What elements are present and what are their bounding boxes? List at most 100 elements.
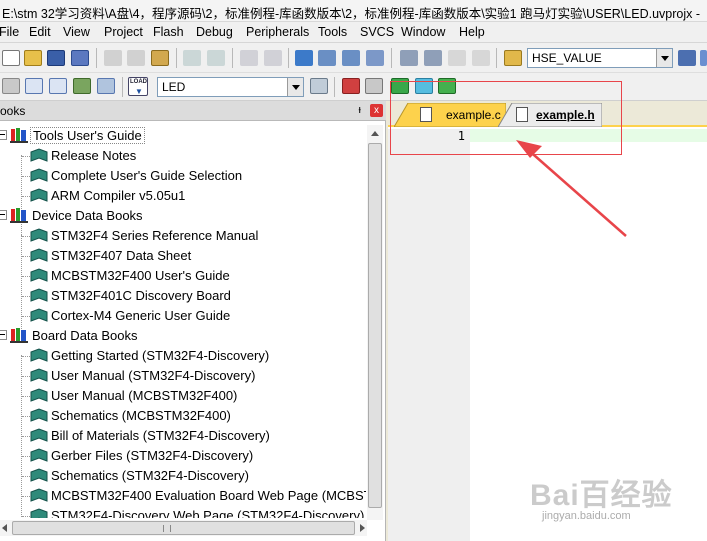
stop-build-icon[interactable] [97, 78, 115, 94]
scroll-right-icon[interactable] [360, 524, 365, 532]
rebuild-icon[interactable] [49, 78, 67, 94]
find-in-files-icon[interactable] [504, 50, 522, 66]
menu-help[interactable]: Help [459, 25, 485, 39]
books-horizontal-scrollbar[interactable] [0, 520, 367, 536]
watermark-url: jingyan.baidu.com [542, 510, 631, 522]
translate-icon[interactable] [2, 78, 20, 94]
menu-peripherals[interactable]: Peripherals [246, 25, 309, 39]
tree-item[interactable]: MCBSTM32F400 User's Guide [0, 266, 360, 286]
menu-window[interactable]: Window [401, 25, 445, 39]
undo-icon[interactable] [183, 50, 201, 66]
download-arrow-icon: ▼ [135, 87, 143, 96]
file-extensions-icon[interactable] [365, 78, 383, 94]
save-icon[interactable] [47, 50, 65, 66]
tree-item[interactable]: Complete User's Guide Selection [0, 166, 360, 186]
menu-debug[interactable]: Debug [196, 25, 233, 39]
tree-item[interactable]: MCBSTM32F400 Evaluation Board Web Page (… [0, 486, 366, 506]
manage-components-icon[interactable] [342, 78, 360, 94]
new-file-icon[interactable] [2, 50, 20, 66]
menu-svcs[interactable]: SVCS [360, 25, 394, 39]
books-vertical-scrollbar[interactable] [367, 125, 383, 520]
pin-icon[interactable]: ᵼ [359, 104, 361, 116]
tree-item[interactable]: Release Notes [0, 146, 360, 166]
tree-connector [22, 156, 30, 157]
batch-build-icon[interactable] [73, 78, 91, 94]
tree-item[interactable]: STM32F401C Discovery Board [0, 286, 360, 306]
bookmark-icon[interactable] [295, 50, 313, 66]
open-folder-icon[interactable] [24, 50, 42, 66]
tree-item-label: User Manual (MCBSTM32F400) [51, 388, 238, 403]
close-icon[interactable]: x [370, 104, 383, 117]
tree-item[interactable]: STM32F407 Data Sheet [0, 246, 360, 266]
chevron-down-icon[interactable] [287, 78, 303, 96]
tree-item[interactable]: STM32F4 Series Reference Manual [0, 226, 360, 246]
unindent-icon[interactable] [424, 50, 442, 66]
tree-group[interactable]: Board Data Books [0, 326, 200, 346]
tree-item-label: STM32F4-Discovery Web Page (STM32F4-Disc… [51, 508, 365, 518]
menu-view[interactable]: View [63, 25, 90, 39]
nav-forward-icon[interactable] [264, 50, 282, 66]
book-icon [30, 428, 48, 442]
tree-item[interactable]: Cortex-M4 Generic User Guide [0, 306, 360, 326]
tree-connector [22, 316, 30, 317]
tree-item-label: ARM Compiler v5.05u1 [51, 188, 186, 203]
download-button[interactable]: LOAD ▼ [128, 77, 148, 96]
scroll-up-icon[interactable] [371, 131, 379, 136]
target-options-icon[interactable] [310, 78, 328, 94]
prev-bookmark-icon[interactable] [318, 50, 336, 66]
download-label: LOAD [130, 79, 147, 85]
tree-item[interactable]: Schematics (MCBSTM32F400) [0, 406, 366, 426]
comment-icon[interactable] [448, 50, 466, 66]
menu-project[interactable]: Project [104, 25, 143, 39]
paste-icon[interactable] [151, 50, 169, 66]
book-icon [30, 468, 48, 482]
redo-icon[interactable] [207, 50, 225, 66]
book-icon [30, 268, 48, 282]
next-bookmark-icon[interactable] [342, 50, 360, 66]
tree-item[interactable]: User Manual (STM32F4-Discovery) [0, 366, 366, 386]
target-select[interactable]: LED [157, 77, 304, 97]
books-tree: Tools User's Guide Release Notes Complet… [0, 125, 366, 518]
clear-bookmarks-icon[interactable] [366, 50, 384, 66]
menu-bar: File Edit View Project Flash Debug Perip… [0, 22, 707, 43]
tree-item-label: MCBSTM32F400 Evaluation Board Web Page (… [51, 488, 366, 503]
scroll-left-icon[interactable] [2, 524, 7, 532]
scroll-thumb[interactable] [12, 521, 355, 535]
tree-item-label: MCBSTM32F400 User's Guide [51, 268, 230, 283]
tree-group[interactable]: Tools User's Guide [0, 126, 200, 146]
chevron-down-icon[interactable] [656, 49, 672, 67]
tree-connector [22, 356, 30, 357]
toolbar-separator [391, 48, 392, 68]
tree-connector [22, 456, 30, 457]
tree-item[interactable]: Getting Started (STM32F4-Discovery) [0, 346, 366, 366]
tree-item[interactable]: STM32F4-Discovery Web Page (STM32F4-Disc… [0, 506, 366, 518]
tree-item[interactable]: Schematics (STM32F4-Discovery) [0, 466, 366, 486]
copy-icon[interactable] [127, 50, 145, 66]
indent-icon[interactable] [400, 50, 418, 66]
find-icon[interactable] [678, 50, 696, 66]
book-icon [30, 488, 48, 502]
save-all-icon[interactable] [71, 50, 89, 66]
nav-back-icon[interactable] [240, 50, 258, 66]
tree-item-label: STM32F4 Series Reference Manual [51, 228, 259, 243]
collapse-toggle[interactable] [0, 210, 7, 220]
uncomment-icon[interactable] [472, 50, 490, 66]
build-icon[interactable] [25, 78, 43, 94]
tree-item[interactable]: Bill of Materials (STM32F4-Discovery) [0, 426, 366, 446]
menu-edit[interactable]: Edit [29, 25, 51, 39]
find-combo[interactable]: HSE_VALUE [527, 48, 673, 68]
tree-group[interactable]: Device Data Books [0, 206, 200, 226]
menu-flash[interactable]: Flash [153, 25, 184, 39]
incremental-find-icon[interactable] [700, 50, 707, 66]
tree-item[interactable]: ARM Compiler v5.05u1 [0, 186, 360, 206]
menu-tools[interactable]: Tools [318, 25, 347, 39]
tree-item[interactable]: User Manual (MCBSTM32F400) [0, 386, 366, 406]
cut-icon[interactable] [104, 50, 122, 66]
menu-file[interactable]: File [0, 25, 19, 39]
tree-item[interactable]: Gerber Files (STM32F4-Discovery) [0, 446, 366, 466]
line-number-gutter: 1 [388, 129, 470, 541]
toolbar-separator [288, 48, 289, 68]
scroll-thumb[interactable] [368, 143, 382, 508]
collapse-toggle[interactable] [0, 330, 7, 340]
collapse-toggle[interactable] [0, 130, 7, 140]
